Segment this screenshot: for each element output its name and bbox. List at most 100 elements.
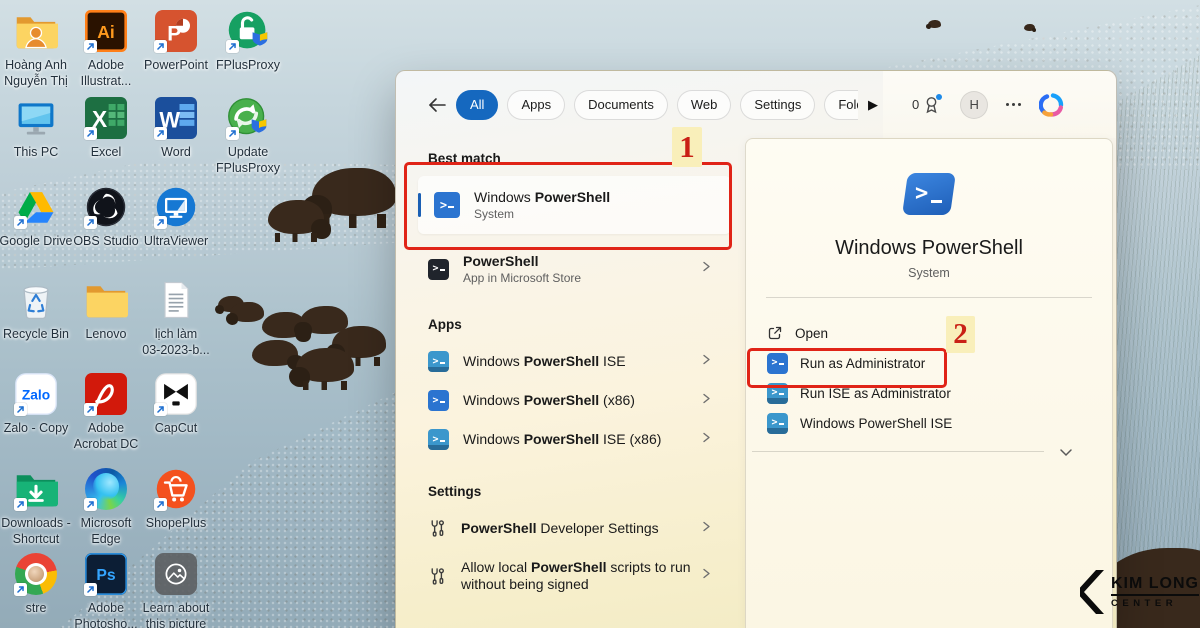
rewards-widget[interactable]: 0 [912,96,940,114]
search-results: Best match > Windows PowerShellSystem > … [396,138,745,628]
bison-silhouette [312,168,396,216]
back-arrow-icon[interactable] [426,94,448,116]
wallpaper-grass [1110,55,1200,628]
shortcut-arrow-icon [84,403,97,416]
powershell-large-icon: > [902,173,956,215]
desktop-icon-lich-lam-doc[interactable]: lịch làm03-2023-b... [140,277,212,359]
more-filters-icon[interactable]: ▶ [868,97,878,113]
powershell-icon: > [767,353,788,374]
desktop-icon-adobe-acrobat[interactable]: AdobeAcrobat DC [70,371,142,453]
result-item[interactable]: Allow local PowerShell scripts to run wi… [396,548,745,604]
desktop-icon-label: UltraViewer [132,233,220,249]
watermark-line1: KIM LONG [1111,575,1199,596]
svg-text:Zalo: Zalo [22,388,50,403]
powershell-icon: > [434,192,460,218]
update-fplusproxy-icon [225,95,271,141]
desktop-icon-microsoft-edge[interactable]: MicrosoftEdge [70,466,142,548]
tab-all[interactable]: All [456,90,498,120]
tab-web[interactable]: Web [677,90,732,120]
powershell-ise-icon: > [767,383,788,404]
desktop: Hoàng AnhNguyễn ThịAi AdobeIllustrat...P… [0,0,1200,628]
search-tabbar: AllAppsDocumentsWebSettingsFoldersPhot ▶… [396,71,1116,138]
shortcut-arrow-icon [226,127,239,140]
copilot-icon[interactable] [1039,92,1065,118]
adobe-illustrator-icon: Ai [83,8,129,54]
account-avatar[interactable]: H [960,91,988,119]
result-item[interactable]: > Windows PowerShell ISE (x86) [396,420,745,459]
search-filter-tabs: AllAppsDocumentsWebSettingsFoldersPhot [456,90,858,120]
best-match-item[interactable]: > Windows PowerShellSystem [418,176,731,234]
tab-settings[interactable]: Settings [740,90,815,120]
developer-tools-icon [428,519,447,538]
developer-tools-icon [428,567,447,586]
bison-silhouette [1024,24,1035,31]
recycle-bin-icon [13,277,59,323]
section-header: Apps [396,292,745,342]
bison-silhouette [230,302,264,322]
shortcut-arrow-icon [84,40,97,53]
bison-silhouette [296,348,354,382]
desktop-icon-label: FPlusProxy [204,57,292,73]
desktop-icon-label: ShopePlus [132,515,220,531]
selection-accent [418,193,421,217]
shortcut-arrow-icon [154,403,167,416]
ultraviewer-icon [153,184,199,230]
result-item[interactable]: > Windows PowerShell ISE [396,342,745,381]
kim-long-watermark: KIM LONG CENTER [1080,570,1199,614]
shortcut-arrow-icon [14,498,27,511]
result-item[interactable]: PowerShell Developer Settings [396,509,745,548]
shortcut-arrow-icon [154,498,167,511]
powershell-ise-icon: > [767,413,788,434]
shortcut-arrow-icon [154,127,167,140]
desktop-icon-capcut[interactable]: CapCut [140,371,212,436]
desktop-icon-label: CapCut [132,420,220,436]
tab-apps[interactable]: Apps [507,90,565,120]
rewards-medal-icon [923,96,940,114]
context-action-open[interactable]: Open [746,318,1112,348]
adobe-acrobat-icon [83,371,129,417]
context-action-run-as-administrator[interactable]: > Run as Administrator [746,348,1112,378]
preview-panel: > Windows PowerShell System Open > Run a… [745,138,1113,628]
context-action-run-ise-as-administrator[interactable]: > Run ISE as Administrator [746,378,1112,408]
more-options-icon[interactable] [1006,103,1021,106]
context-actions: Open > Run as Administrator > Run ISE as… [746,318,1112,438]
bison-silhouette [268,200,324,234]
capcut-icon [153,371,199,417]
downloads-shortcut-icon [13,466,59,512]
chevron-down-icon[interactable] [1058,445,1074,463]
this-pc-icon [13,95,59,141]
chevron-right-icon [699,260,713,279]
open-icon [767,325,783,341]
result-item[interactable]: > PowerShellApp in Microsoft Store [396,246,745,292]
divider [766,297,1092,298]
desktop-icon-fplusproxy[interactable]: FPlusProxy [212,8,284,73]
watermark-line2: CENTER [1111,598,1199,609]
adobe-photoshop-icon: Ps [83,551,129,597]
bison-silhouette [928,20,941,28]
svg-text:P: P [167,23,181,46]
shortcut-arrow-icon [14,583,27,596]
section-header: Settings [396,459,745,509]
desktop-icon-label: lịch làm03-2023-b... [132,326,220,359]
svg-text:Ps: Ps [96,567,116,584]
desktop-icon-powerpoint[interactable]: P PowerPoint [140,8,212,73]
desktop-icon-learn-about-picture[interactable]: Learn aboutthis picture [140,551,212,628]
desktop-icon-shopeplus[interactable]: ShopePlus [140,466,212,531]
tab-documents[interactable]: Documents [574,90,668,120]
shortcut-arrow-icon [84,216,97,229]
google-drive-icon [13,184,59,230]
shortcut-arrow-icon [84,498,97,511]
shortcut-arrow-icon [226,40,239,53]
context-action-windows-powershell-ise[interactable]: > Windows PowerShell ISE [746,408,1112,438]
desktop-icon-update-fplusproxy[interactable]: UpdateFPlusProxy [212,95,284,177]
desktop-icon-word[interactable]: W Word [140,95,212,160]
watermark-chevron-icon [1080,570,1106,614]
result-item[interactable]: > Windows PowerShell (x86) [396,381,745,420]
desktop-icon-adobe-illustrator[interactable]: Ai AdobeIllustrat... [70,8,142,90]
tab-folders[interactable]: Folders [824,90,858,120]
microsoft-edge-icon [83,466,129,512]
desktop-icon-ultraviewer[interactable]: UltraViewer [140,184,212,249]
section-header: Best match [396,140,745,168]
word-icon: W [153,95,199,141]
powershell-ise-icon: > [428,351,449,372]
